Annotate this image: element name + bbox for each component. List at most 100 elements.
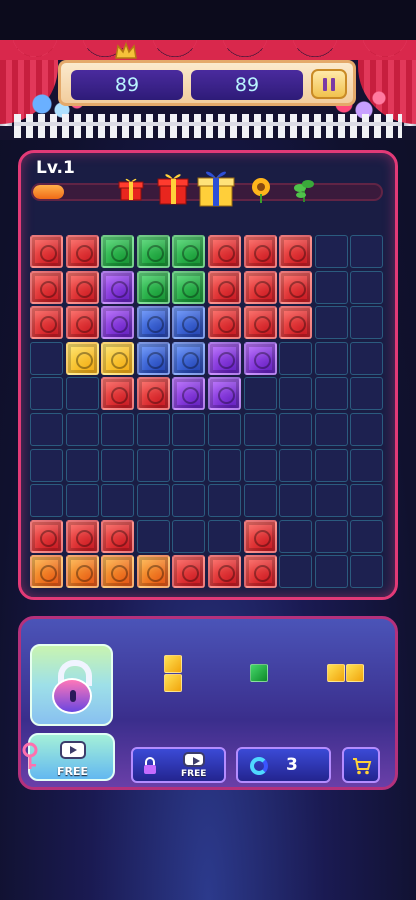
board-cell[interactable] xyxy=(65,413,99,446)
pause-button[interactable] xyxy=(311,69,347,99)
board-cell[interactable] xyxy=(243,413,277,446)
block-red xyxy=(243,270,277,304)
block-red xyxy=(30,270,63,304)
board-cell[interactable] xyxy=(30,413,63,446)
board-cell[interactable] xyxy=(172,519,206,553)
current-score: 89 xyxy=(71,70,183,100)
board-cell[interactable] xyxy=(101,448,135,482)
board-cell[interactable] xyxy=(314,306,348,340)
piece-block-yellow xyxy=(327,664,345,682)
piece-block-yellow xyxy=(346,664,364,682)
block-blue xyxy=(136,306,170,340)
shop-button[interactable] xyxy=(342,747,380,783)
block-red xyxy=(208,306,241,340)
board-cell[interactable] xyxy=(314,235,348,268)
board-cell[interactable] xyxy=(314,270,348,304)
block-orange xyxy=(136,555,170,589)
board-cell[interactable] xyxy=(350,270,384,304)
piece-block-yellow xyxy=(164,655,182,673)
board-cell[interactable] xyxy=(30,377,63,411)
red-gift-icon xyxy=(157,174,189,205)
block-red xyxy=(101,377,135,411)
board-cell[interactable] xyxy=(65,377,99,411)
board-cell[interactable] xyxy=(314,555,348,589)
board-cell[interactable] xyxy=(350,235,384,268)
board-cell[interactable] xyxy=(350,306,384,340)
level-progress-fill xyxy=(33,185,65,199)
board-cell[interactable] xyxy=(279,413,313,446)
board-cell[interactable] xyxy=(279,341,313,375)
board-cell[interactable] xyxy=(208,448,241,482)
board-cell[interactable] xyxy=(172,448,206,482)
board-cell[interactable] xyxy=(314,377,348,411)
block-orange xyxy=(101,555,135,589)
block-red xyxy=(243,235,277,268)
refresh-pieces-button[interactable]: 3 xyxy=(236,747,331,783)
block-red xyxy=(65,235,99,268)
board-cell[interactable] xyxy=(350,484,384,518)
pause-icon xyxy=(323,78,327,91)
piece-block-yellow xyxy=(164,674,182,692)
board-cell[interactable] xyxy=(208,484,241,518)
refresh-icon xyxy=(250,757,268,775)
board-cell[interactable] xyxy=(350,341,384,375)
block-green xyxy=(172,235,206,268)
block-red xyxy=(279,306,313,340)
block-green xyxy=(172,270,206,304)
board-cell[interactable] xyxy=(136,413,170,446)
board-cell[interactable] xyxy=(279,448,313,482)
board-cell[interactable] xyxy=(101,484,135,518)
board-cell[interactable] xyxy=(243,448,277,482)
board-cell[interactable] xyxy=(279,484,313,518)
board-cell[interactable] xyxy=(314,484,348,518)
board-cell[interactable] xyxy=(279,555,313,589)
piece-block-green xyxy=(250,664,268,682)
green-plant-icon xyxy=(294,180,314,202)
block-purple xyxy=(172,377,206,411)
board-cell[interactable] xyxy=(208,413,241,446)
board-cell[interactable] xyxy=(314,413,348,446)
board-cell[interactable] xyxy=(314,448,348,482)
board-cell[interactable] xyxy=(279,377,313,411)
locked-slot-button[interactable] xyxy=(30,644,113,726)
block-green xyxy=(101,235,135,268)
board-cell[interactable] xyxy=(350,555,384,589)
board-cell[interactable] xyxy=(136,519,170,553)
board-cell[interactable] xyxy=(314,519,348,553)
board-cell[interactable] xyxy=(243,484,277,518)
block-red xyxy=(65,519,99,553)
board-cell[interactable] xyxy=(314,341,348,375)
free-unlock-button[interactable]: FREE xyxy=(131,747,226,783)
board-cell[interactable] xyxy=(136,484,170,518)
board-cell[interactable] xyxy=(350,413,384,446)
board-cell[interactable] xyxy=(279,519,313,553)
board-cell[interactable] xyxy=(172,413,206,446)
block-green xyxy=(136,235,170,268)
video-play-icon xyxy=(183,752,205,767)
board-cell[interactable] xyxy=(350,377,384,411)
board-cell[interactable] xyxy=(65,484,99,518)
cart-icon xyxy=(353,758,372,775)
block-blue xyxy=(172,306,206,340)
board-cell[interactable] xyxy=(30,341,63,375)
board-cell[interactable] xyxy=(65,448,99,482)
block-red xyxy=(65,306,99,340)
board-cell[interactable] xyxy=(350,519,384,553)
refresh-count: 3 xyxy=(286,755,298,775)
block-red xyxy=(30,235,63,268)
board-cell[interactable] xyxy=(101,413,135,446)
block-red xyxy=(65,270,99,304)
board-cell[interactable] xyxy=(30,448,63,482)
board-cell[interactable] xyxy=(208,519,241,553)
board-cell[interactable] xyxy=(350,448,384,482)
board-cell[interactable] xyxy=(136,448,170,482)
board-cell[interactable] xyxy=(243,377,277,411)
board-cell[interactable] xyxy=(30,484,63,518)
picket-fence xyxy=(14,114,402,138)
block-yellow xyxy=(101,341,135,375)
block-purple xyxy=(101,306,135,340)
game-board-grid[interactable] xyxy=(30,235,386,591)
board-cell[interactable] xyxy=(172,484,206,518)
block-red xyxy=(243,306,277,340)
lock-icon xyxy=(144,757,156,774)
